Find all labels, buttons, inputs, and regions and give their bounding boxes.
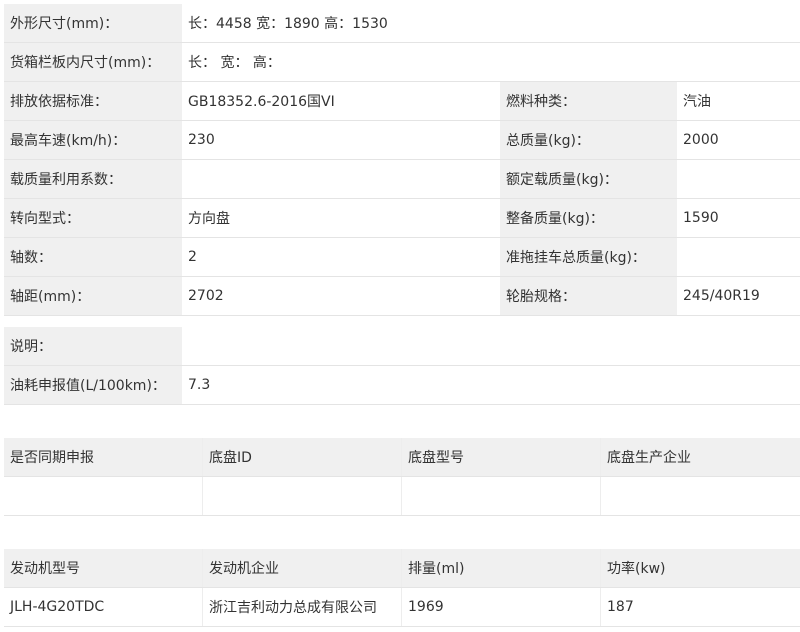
- chassis-cell: [4, 477, 203, 515]
- engine-value-row: JLH-4G20TDC 浙江吉利动力总成有限公司 1969 187: [4, 588, 800, 627]
- spec-label: 额定载质量(kg)：: [500, 160, 677, 198]
- engine-model-value: JLH-4G20TDC: [4, 588, 203, 626]
- spec-value: 长： 宽： 高：: [182, 43, 800, 81]
- description-label: 说明：: [4, 327, 182, 365]
- spec-row-cargo-dimensions: 货箱栏板内尺寸(mm)： 长： 宽： 高：: [4, 43, 800, 82]
- spec-value: [182, 160, 500, 198]
- chassis-cell: [402, 477, 601, 515]
- notes-table: 说明： 油耗申报值(L/100km)： 7.3: [4, 327, 800, 405]
- engine-displacement-value: 1969: [402, 588, 601, 626]
- spec-label: 载质量利用系数：: [4, 160, 182, 198]
- fuel-consumption-label: 油耗申报值(L/100km)：: [4, 366, 182, 404]
- spec-label: 整备质量(kg)：: [500, 199, 677, 237]
- notes-row-description: 说明：: [4, 327, 800, 366]
- spec-row-axles: 轴数： 2 准拖挂车总质量(kg)：: [4, 238, 800, 277]
- spec-label: 轮胎规格：: [500, 277, 677, 315]
- spec-row-load-factor: 载质量利用系数： 额定载质量(kg)：: [4, 160, 800, 199]
- spec-value: [677, 238, 800, 276]
- engine-manufacturer-value: 浙江吉利动力总成有限公司: [203, 588, 402, 626]
- spec-label: 外形尺寸(mm)：: [4, 4, 182, 42]
- spec-table: 外形尺寸(mm)： 长：4458 宽：1890 高：1530 货箱栏板内尺寸(m…: [4, 4, 800, 316]
- spec-value: 方向盘: [182, 199, 500, 237]
- spec-label: 转向型式：: [4, 199, 182, 237]
- spec-row-steering: 转向型式： 方向盘 整备质量(kg)： 1590: [4, 199, 800, 238]
- spec-label: 轴数：: [4, 238, 182, 276]
- notes-row-fuel: 油耗申报值(L/100km)： 7.3: [4, 366, 800, 405]
- spec-value: 长：4458 宽：1890 高：1530: [182, 4, 800, 42]
- chassis-header-row: 是否同期申报 底盘ID 底盘型号 底盘生产企业: [4, 438, 800, 477]
- spec-row-speed: 最高车速(km/h)： 230 总质量(kg)： 2000: [4, 121, 800, 160]
- spec-value: [677, 160, 800, 198]
- spec-row-dimensions: 外形尺寸(mm)： 长：4458 宽：1890 高：1530: [4, 4, 800, 43]
- spec-label: 最高车速(km/h)：: [4, 121, 182, 159]
- engine-header-row: 发动机型号 发动机企业 排量(ml) 功率(kw): [4, 549, 800, 588]
- spec-value: 230: [182, 121, 500, 159]
- spec-label: 排放依据标准：: [4, 82, 182, 120]
- spec-value: 2: [182, 238, 500, 276]
- engine-header: 排量(ml): [402, 549, 601, 587]
- engine-header: 发动机型号: [4, 549, 203, 587]
- description-value: [182, 327, 800, 365]
- spec-row-emission: 排放依据标准： GB18352.6-2016国VI 燃料种类： 汽油: [4, 82, 800, 121]
- chassis-cell: [601, 477, 800, 515]
- spec-value: GB18352.6-2016国VI: [182, 82, 500, 120]
- fuel-consumption-value: 7.3: [182, 366, 800, 404]
- spec-value: 汽油: [677, 82, 800, 120]
- chassis-header: 底盘型号: [402, 438, 601, 476]
- chassis-header: 底盘ID: [203, 438, 402, 476]
- engine-table: 发动机型号 发动机企业 排量(ml) 功率(kw) JLH-4G20TDC 浙江…: [4, 549, 800, 627]
- chassis-value-row: [4, 477, 800, 516]
- engine-header: 发动机企业: [203, 549, 402, 587]
- spec-value: 245/40R19: [677, 277, 800, 315]
- spec-value: 1590: [677, 199, 800, 237]
- chassis-table: 是否同期申报 底盘ID 底盘型号 底盘生产企业: [4, 438, 800, 516]
- chassis-header: 底盘生产企业: [601, 438, 800, 476]
- spec-value: 2702: [182, 277, 500, 315]
- spec-label: 货箱栏板内尺寸(mm)：: [4, 43, 182, 81]
- chassis-header: 是否同期申报: [4, 438, 203, 476]
- spec-label: 轴距(mm)：: [4, 277, 182, 315]
- engine-header: 功率(kw): [601, 549, 800, 587]
- engine-power-value: 187: [607, 599, 634, 615]
- spec-label: 总质量(kg)：: [500, 121, 677, 159]
- spec-label: 燃料种类：: [500, 82, 677, 120]
- spec-row-wheelbase: 轴距(mm)： 2702 轮胎规格： 245/40R19: [4, 277, 800, 316]
- spec-label: 准拖挂车总质量(kg)：: [500, 238, 677, 276]
- spec-value: 2000: [677, 121, 800, 159]
- chassis-cell: [203, 477, 402, 515]
